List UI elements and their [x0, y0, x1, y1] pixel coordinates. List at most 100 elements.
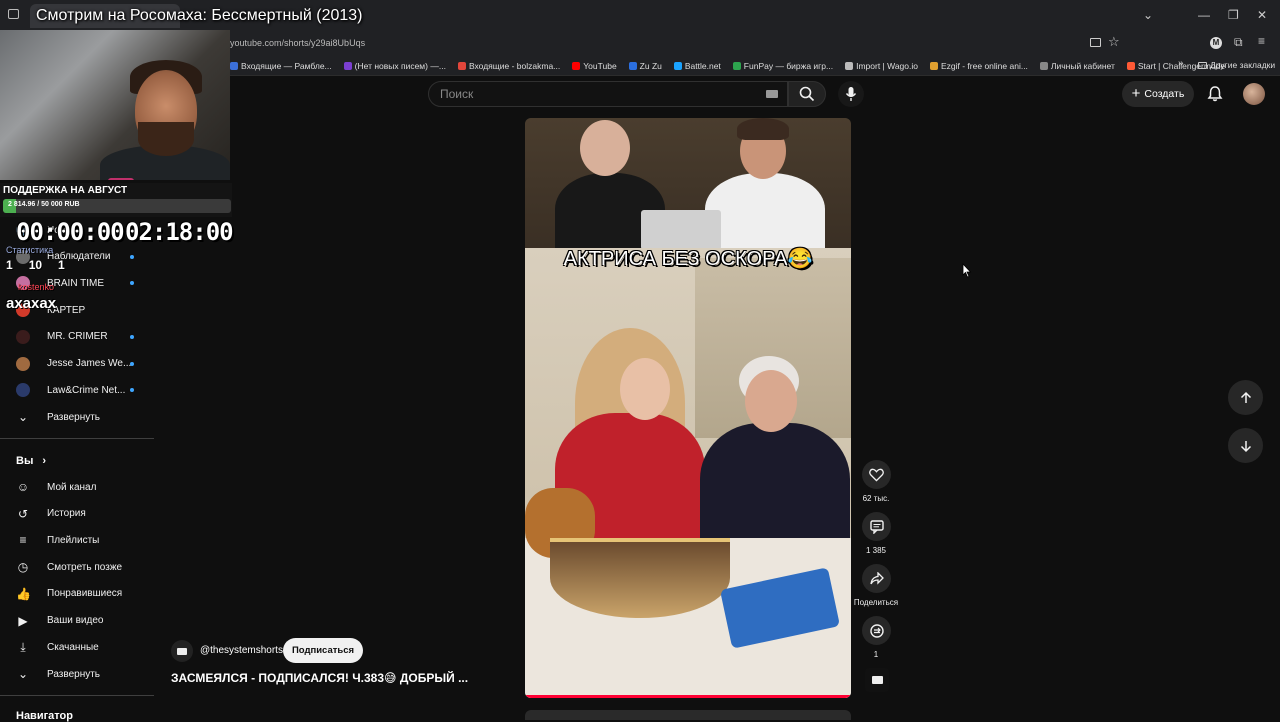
browser-menu-icon[interactable]: ≡	[1258, 34, 1265, 48]
stats-value: 1	[58, 258, 65, 272]
man-left-head	[580, 120, 630, 176]
remix-button[interactable]	[862, 616, 891, 645]
sidebar-item-label: Мой канал	[47, 481, 97, 493]
sidebar-you-header[interactable]: Вы ›	[16, 455, 46, 467]
sidebar-you-item[interactable]: ◷ Смотреть позже	[16, 557, 140, 577]
comments-button[interactable]	[862, 512, 891, 541]
bookmark-item[interactable]: FunPay — биржа игр...	[732, 61, 833, 71]
bookmark-item[interactable]: Входящие — Рамбле...	[230, 61, 332, 71]
channel-name[interactable]: @thesystemshorts	[200, 645, 283, 656]
maximize-button[interactable]: ❐	[1228, 8, 1239, 22]
keyboard-icon[interactable]	[766, 90, 778, 98]
minimize-button[interactable]: —	[1198, 8, 1210, 22]
sidebar-you-item[interactable]: ≡ Плейлисты	[16, 530, 140, 550]
sidebar-expand-subscriptions[interactable]: ⌄ Развернуть	[16, 407, 140, 427]
bookmarks-overflow-icon[interactable]: »	[1178, 58, 1184, 69]
support-goal-amount: 2 814.96 / 50 000 RUB	[8, 201, 80, 208]
like-button[interactable]	[862, 460, 891, 489]
search-placeholder: Поиск	[440, 87, 474, 101]
bookmark-item[interactable]: Battle.net	[673, 60, 721, 71]
sidebar-you-item[interactable]: ☺ Мой канал	[16, 477, 140, 497]
bookmark-label: Battle.net	[684, 60, 721, 71]
sidebar-you-item[interactable]: ⤓ Скачанные	[16, 637, 140, 657]
search-button[interactable]	[788, 81, 826, 107]
previous-short-button[interactable]	[1228, 380, 1263, 415]
next-short-preview[interactable]	[525, 710, 851, 720]
man-right-hair	[737, 118, 789, 140]
url-text[interactable]: youtube.com/shorts/y29ai8UbUqs	[230, 38, 365, 48]
tab-search-icon[interactable]: ⌄	[1143, 8, 1153, 22]
sidebar-item-label: Развернуть	[47, 668, 101, 680]
close-window-button[interactable]: ✕	[1257, 8, 1267, 22]
download-icon: ⤓	[20, 640, 26, 655]
bookmark-favicon-icon	[845, 61, 854, 70]
bookmark-favicon-icon	[929, 61, 938, 70]
profile-extension-icon[interactable]: M	[1210, 37, 1222, 49]
sidebar-you-item[interactable]: ▶ Ваши видео	[16, 611, 140, 631]
new-content-dot	[130, 281, 134, 286]
tab-list-icon[interactable]	[8, 9, 19, 19]
video-top-scene	[525, 118, 851, 253]
clock-icon: ◷	[17, 560, 29, 575]
bookmark-favicon-icon	[572, 61, 581, 70]
sidebar-item-label: История	[47, 508, 86, 520]
bookmark-item[interactable]: Zu Zu	[628, 61, 662, 71]
bookmark-star-icon[interactable]: ☆	[1108, 34, 1120, 50]
bookmark-label: Входящие - bolzakma...	[468, 60, 561, 71]
bookmark-label: Import | Wago.io	[856, 60, 918, 71]
bookmark-item[interactable]: Ezgif - free online ani...	[929, 60, 1028, 71]
channel-thumbnail[interactable]	[865, 668, 889, 692]
shorts-video-player[interactable]: АКТРИСА БЕЗ ОСКОРА😂	[525, 118, 851, 698]
search-input[interactable]: Поиск	[428, 81, 788, 107]
microphone-icon	[845, 87, 857, 101]
share-button[interactable]	[862, 564, 891, 593]
sidebar-subscription-item[interactable]: Jesse James We...	[16, 354, 140, 374]
sidebar-item-label: Скачанные	[47, 641, 99, 653]
sidebar-subscription-item[interactable]: Law&Crime Net...	[16, 380, 140, 400]
sidebar-item-label: Плейлисты	[47, 534, 100, 546]
search-icon	[799, 86, 815, 102]
channel-avatar	[16, 356, 30, 371]
notifications-bell-icon[interactable]	[1205, 84, 1225, 104]
bookmark-label: Ezgif - free online ani...	[940, 60, 1028, 71]
stream-timer-left: 00:00:00	[16, 218, 125, 246]
video-caption: АКТРИСА БЕЗ ОСКОРА😂	[563, 248, 813, 270]
bookmark-item[interactable]: Import | Wago.io	[845, 61, 918, 71]
subscribe-button[interactable]: Подписаться	[283, 638, 363, 663]
bookmark-item[interactable]: Входящие - bolzakma...	[457, 60, 561, 71]
remix-count: 1	[873, 650, 879, 659]
account-avatar[interactable]	[1243, 83, 1265, 105]
laptop	[641, 210, 721, 250]
woman-face	[620, 358, 670, 420]
create-button[interactable]: + Создать	[1122, 81, 1194, 107]
other-bookmarks[interactable]: Другие закладки	[1198, 60, 1275, 70]
stats-value: 10	[28, 258, 43, 272]
install-app-icon[interactable]	[1090, 38, 1101, 47]
video-title[interactable]: ЗАСМЕЯЛСЯ - ПОДПИСАЛСЯ! Ч.383😅 ДОБРЫЙ ..…	[171, 671, 468, 685]
bookmark-label: Входящие — Рамбле...	[241, 60, 332, 71]
grandma-face	[745, 370, 797, 432]
sidebar-item-label: Jesse James We...	[47, 358, 132, 369]
history-icon: ↺	[17, 506, 29, 521]
bookmark-item[interactable]: (Нет новых писем) —...	[343, 61, 446, 71]
new-content-dot	[130, 388, 134, 393]
voice-search-button[interactable]	[838, 81, 864, 107]
video-progress-bar[interactable]	[525, 695, 851, 698]
next-short-button[interactable]	[1228, 428, 1263, 463]
sidebar-item-label: Смотреть позже	[47, 561, 123, 573]
bookmark-item[interactable]: Личный кабинет	[1039, 60, 1115, 71]
channel-avatar[interactable]	[171, 640, 193, 662]
stream-title-overlay: Смотрим на Росомаха: Бессмертный (2013)	[36, 7, 363, 24]
stats-value: 1	[6, 258, 13, 272]
bookmark-label: Личный кабинет	[1050, 60, 1115, 71]
extensions-icon[interactable]: ⧉	[1234, 35, 1243, 50]
bookmark-item[interactable]: YouTube	[572, 61, 617, 71]
sidebar-expand-you[interactable]: ⌄ Развернуть	[16, 664, 140, 684]
bookmark-favicon-icon	[1126, 61, 1135, 70]
chevron-down-icon: ⌄	[17, 410, 29, 424]
stats-label: Статистика	[6, 245, 54, 255]
sidebar-subscription-item[interactable]: MR. CRIMER	[16, 327, 140, 347]
bookmark-favicon-icon	[457, 61, 466, 70]
sidebar-you-item[interactable]: ↺ История	[16, 504, 140, 524]
sidebar-you-item[interactable]: 👍 Понравившиеся	[16, 584, 140, 604]
